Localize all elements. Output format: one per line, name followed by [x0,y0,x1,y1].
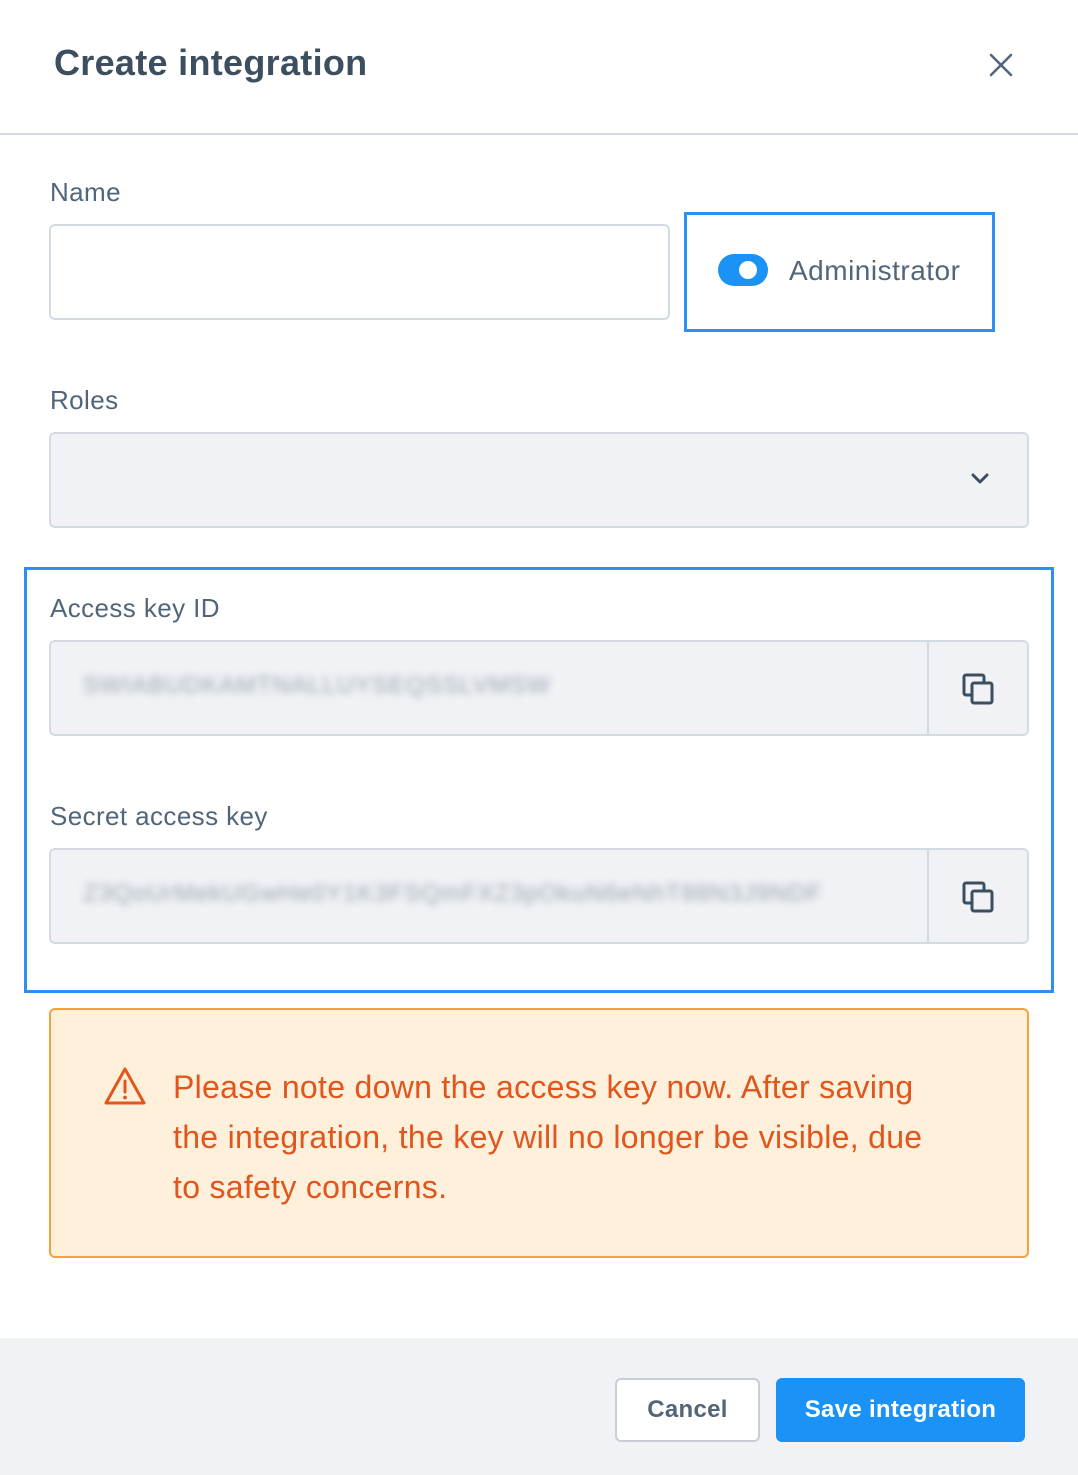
copy-secret-access-key-button[interactable] [927,850,1027,942]
access-key-id-label: Access key ID [50,593,220,623]
close-icon[interactable] [980,44,1022,86]
name-input[interactable] [49,224,670,320]
access-key-id-value: SWIABUDKAMTNALLUYSEQSSLVMSW [83,672,551,699]
access-key-id-field: SWIABUDKAMTNALLUYSEQSSLVMSW [49,640,1029,736]
secret-access-key-field: Z3QoUrMekUGwHe0Y1K3FSQmFXZ3pOkuN6eNhT88N… [49,848,1029,944]
toggle-knob [739,261,757,279]
warning-alert: Please note down the access key now. Aft… [49,1008,1029,1258]
secret-access-key-label: Secret access key [50,801,268,831]
copy-access-key-id-button[interactable] [927,642,1027,734]
administrator-toggle-group: Administrator [684,212,995,332]
chevron-down-icon [969,472,991,491]
cancel-button[interactable]: Cancel [615,1378,760,1442]
name-label: Name [50,177,121,207]
copy-icon [962,673,994,705]
save-integration-button[interactable]: Save integration [776,1378,1025,1442]
warning-text: Please note down the access key now. Aft… [173,1069,923,1205]
dialog-title: Create integration [54,42,368,83]
administrator-toggle[interactable] [718,254,768,286]
dialog-footer: Cancel Save integration [0,1338,1078,1475]
dialog-header: Create integration [0,0,1078,135]
roles-label: Roles [50,385,119,415]
roles-select[interactable] [49,432,1029,528]
secret-access-key-value: Z3QoUrMekUGwHe0Y1K3FSQmFXZ3pOkuN6eNhT88N… [83,880,823,907]
create-integration-dialog: Create integration Name Administrator Ro… [0,0,1078,1475]
copy-icon [962,881,994,913]
warning-triangle-icon [103,1066,147,1111]
administrator-label: Administrator [789,255,961,286]
